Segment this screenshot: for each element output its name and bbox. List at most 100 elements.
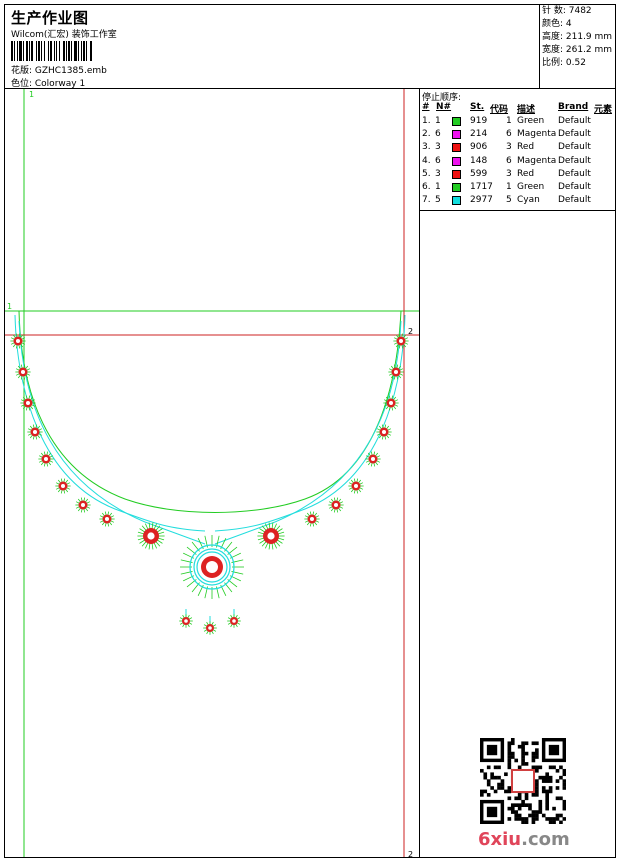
header-brand: Brand xyxy=(558,102,589,112)
stop-sequence-panel: 停止顺序: # N# St. 代码 描述 Brand 元素 1. 1 919 1 Gre… xyxy=(420,89,615,211)
stop-sequence-row: 2. 6 214 6 Magenta Default xyxy=(422,128,614,141)
page-title: 生产作业图 xyxy=(11,9,89,27)
stop-sequence-header: # N# St. 代码 描述 Brand 元素 xyxy=(422,102,614,115)
bead-ornament xyxy=(304,511,320,527)
color-count: 颜色: 4 xyxy=(542,19,572,29)
dangle-bead xyxy=(179,614,193,628)
row-number: 2. xyxy=(422,129,431,140)
design-canvas: 1 1 2 2 xyxy=(4,88,420,858)
row-description: Red xyxy=(517,142,535,153)
color-swatch xyxy=(452,143,461,153)
stop-sequence-row: 5. 3 599 3 Red Default xyxy=(422,168,614,181)
row-description: Red xyxy=(517,168,535,179)
pendant-center xyxy=(180,535,244,599)
embroidery-drawing: 1 1 2 2 xyxy=(5,89,419,858)
header-panel: 生产作业图 Wilcom(汇宏) 装饰工作室 花版: GZHC1385.emb … xyxy=(4,4,616,89)
header-n: N# xyxy=(436,102,452,112)
bead-ornament xyxy=(75,497,91,513)
row-brand: Default xyxy=(558,116,591,126)
watermark-suffix: .com xyxy=(521,829,570,850)
bead-ornament xyxy=(348,478,364,494)
marker-right-bottom: 2 xyxy=(408,850,413,858)
subtitle: Wilcom(汇宏) 装饰工作室 xyxy=(11,30,117,40)
row-description: Green xyxy=(517,116,545,126)
stats-panel: 针 数: 7482 颜色: 4 高度: 211.9 mm 宽度: 261.2 m… xyxy=(539,4,616,89)
row-code: 3 xyxy=(506,142,512,153)
bead-ornament xyxy=(10,333,26,349)
row-number: 6. xyxy=(422,182,431,192)
stop-sequence-row: 6. 1 1717 1 Green Default xyxy=(422,181,614,194)
bead-ornament xyxy=(383,395,399,411)
row-code: 3 xyxy=(506,168,512,179)
qr-code xyxy=(480,738,566,824)
header-element: 元素 xyxy=(594,105,613,115)
row-description: Magenta xyxy=(517,155,557,166)
row-number: 1. xyxy=(422,116,431,126)
bead-ornament xyxy=(393,333,409,349)
color-swatch xyxy=(452,169,461,179)
medallion-left xyxy=(137,522,165,550)
row-description: Cyan xyxy=(517,195,540,206)
bead-ornament xyxy=(99,511,115,527)
dangle-bead xyxy=(227,614,241,628)
row-code: 1 xyxy=(506,182,512,192)
row-n: 3 xyxy=(435,168,441,179)
chain-curve-left xyxy=(14,314,206,532)
row-brand: Default xyxy=(558,168,591,179)
row-brand: Default xyxy=(558,195,591,206)
bead-ornament xyxy=(27,424,43,440)
stop-sequence-row: 1. 1 919 1 Green Default xyxy=(422,115,614,128)
row-n: 1 xyxy=(435,182,441,192)
row-stitches: 1717 xyxy=(470,182,493,192)
row-n: 5 xyxy=(435,195,441,206)
row-code: 6 xyxy=(506,155,512,166)
bead-ornament xyxy=(328,497,344,513)
row-n: 6 xyxy=(435,129,441,140)
row-stitches: 214 xyxy=(470,129,488,140)
header-num: # xyxy=(422,102,430,112)
row-number: 3. xyxy=(422,142,431,153)
row-brand: Default xyxy=(558,182,591,192)
row-description: Magenta xyxy=(517,129,557,140)
design-scale: 比例: 0.52 xyxy=(542,58,586,68)
row-stitches: 919 xyxy=(470,116,488,126)
row-code: 1 xyxy=(506,116,512,126)
design-file: 花版: GZHC1385.emb xyxy=(11,66,107,76)
row-description: Green xyxy=(517,182,545,192)
design-width: 宽度: 261.2 mm xyxy=(542,45,613,55)
marker-right-mid: 2 xyxy=(408,327,413,336)
row-brand: Default xyxy=(558,129,591,140)
stitch-count: 针 数: 7482 xyxy=(542,6,592,16)
row-code: 6 xyxy=(506,129,512,140)
bead-ornament xyxy=(365,451,381,467)
row-n: 3 xyxy=(435,142,441,153)
neckline-outer-curve xyxy=(18,310,402,513)
stop-sequence-row: 3. 3 906 3 Red Default xyxy=(422,141,614,154)
header-code: 代码 xyxy=(490,105,509,115)
row-number: 4. xyxy=(422,155,431,166)
color-swatch xyxy=(452,130,461,140)
row-number: 5. xyxy=(422,168,431,179)
marker-left-mid: 1 xyxy=(7,302,12,311)
color-swatch xyxy=(452,196,461,206)
barcode xyxy=(11,41,92,61)
row-number: 7. xyxy=(422,195,431,206)
row-stitches: 906 xyxy=(470,142,488,153)
bead-ornament xyxy=(55,478,71,494)
row-brand: Default xyxy=(558,142,591,153)
row-code: 5 xyxy=(506,195,512,206)
row-stitches: 2977 xyxy=(470,195,493,206)
bead-ornament xyxy=(15,364,31,380)
row-n: 1 xyxy=(435,116,441,126)
header-desc: 描述 xyxy=(517,105,536,115)
chain-curve-right xyxy=(214,314,406,532)
watermark-text: 6xiu xyxy=(478,829,522,850)
color-swatch xyxy=(452,156,461,166)
watermark-logo: 6xiu.com xyxy=(478,829,570,850)
row-n: 6 xyxy=(435,155,441,166)
chain-curve-right-inner xyxy=(214,320,402,545)
color-swatch xyxy=(452,183,461,192)
row-stitches: 148 xyxy=(470,155,488,166)
design-height: 高度: 211.9 mm xyxy=(542,32,613,42)
stop-sequence-row: 7. 5 2977 5 Cyan Default xyxy=(422,194,614,207)
